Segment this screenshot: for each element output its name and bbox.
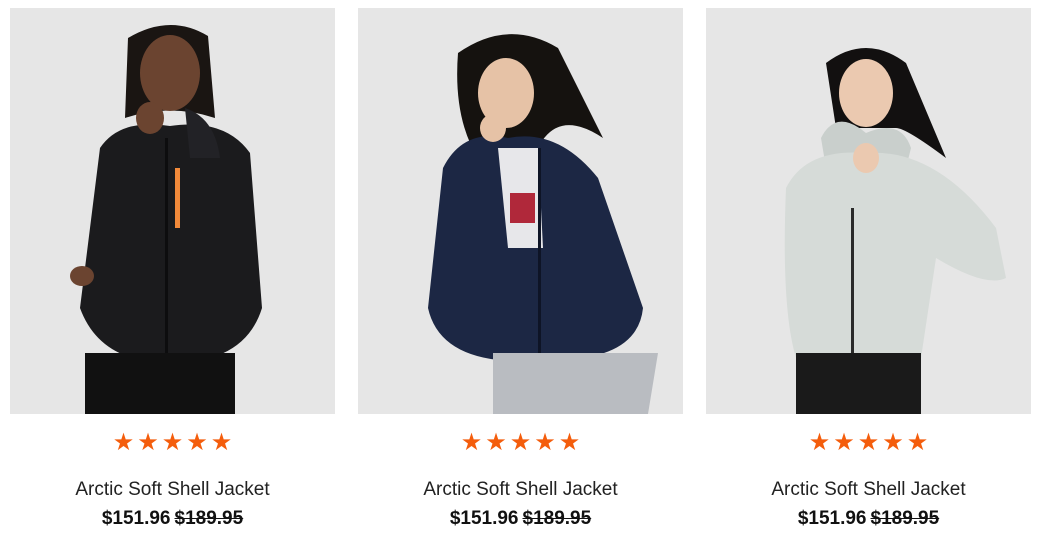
original-price: $189.95 [174, 508, 244, 529]
pants [493, 353, 658, 414]
pants [85, 353, 235, 414]
star-icon: ★ [485, 428, 507, 456]
star-icon: ★ [161, 428, 184, 456]
original-price: $189.95 [522, 508, 592, 529]
star-icon: ★ [210, 428, 233, 456]
product-image[interactable] [10, 8, 335, 414]
star-rating: ★ ★ ★ ★ ★ [113, 429, 233, 455]
jacket [80, 124, 262, 363]
sale-price: $151.96 [101, 508, 171, 529]
star-icon: ★ [882, 428, 904, 456]
product-card[interactable]: ★ ★ ★ ★ ★ Arctic Soft Shell Jacket $151.… [358, 8, 683, 530]
product-card[interactable]: ★ ★ ★ ★ ★ Arctic Soft Shell Jacket $151.… [10, 8, 335, 530]
product-image[interactable] [706, 8, 1031, 414]
star-icon: ★ [186, 428, 208, 456]
product-grid: ★ ★ ★ ★ ★ Arctic Soft Shell Jacket $151.… [10, 8, 1031, 530]
product-name[interactable]: Arctic Soft Shell Jacket [771, 479, 965, 501]
model-photo-illustration [10, 8, 335, 414]
face [839, 59, 893, 127]
star-icon: ★ [112, 428, 135, 456]
original-price: $189.95 [870, 508, 940, 529]
star-icon: ★ [833, 428, 855, 456]
star-icon: ★ [460, 428, 483, 456]
model-photo-illustration [358, 8, 683, 414]
star-icon: ★ [137, 428, 159, 456]
star-icon: ★ [808, 428, 831, 456]
face [140, 35, 200, 111]
pants [796, 353, 921, 414]
star-icon: ★ [509, 428, 532, 456]
zip-accent [851, 208, 854, 358]
product-card[interactable]: ★ ★ ★ ★ ★ Arctic Soft Shell Jacket $151.… [706, 8, 1031, 530]
sale-price: $151.96 [797, 508, 867, 529]
price-block: $151.96 $189.95 [450, 508, 591, 530]
product-name[interactable]: Arctic Soft Shell Jacket [75, 479, 269, 501]
star-icon: ★ [906, 428, 929, 456]
star-icon: ★ [857, 428, 880, 456]
model-photo-illustration [706, 8, 1031, 414]
star-icon: ★ [558, 428, 581, 456]
star-rating: ★ ★ ★ ★ ★ [809, 429, 929, 455]
product-name[interactable]: Arctic Soft Shell Jacket [423, 479, 617, 501]
sale-price: $151.96 [449, 508, 519, 529]
zip-accent [175, 168, 180, 228]
product-image[interactable] [358, 8, 683, 414]
star-icon: ★ [534, 428, 556, 456]
star-rating: ★ ★ ★ ★ ★ [461, 429, 581, 455]
price-block: $151.96 $189.95 [102, 508, 243, 530]
price-block: $151.96 $189.95 [798, 508, 939, 530]
